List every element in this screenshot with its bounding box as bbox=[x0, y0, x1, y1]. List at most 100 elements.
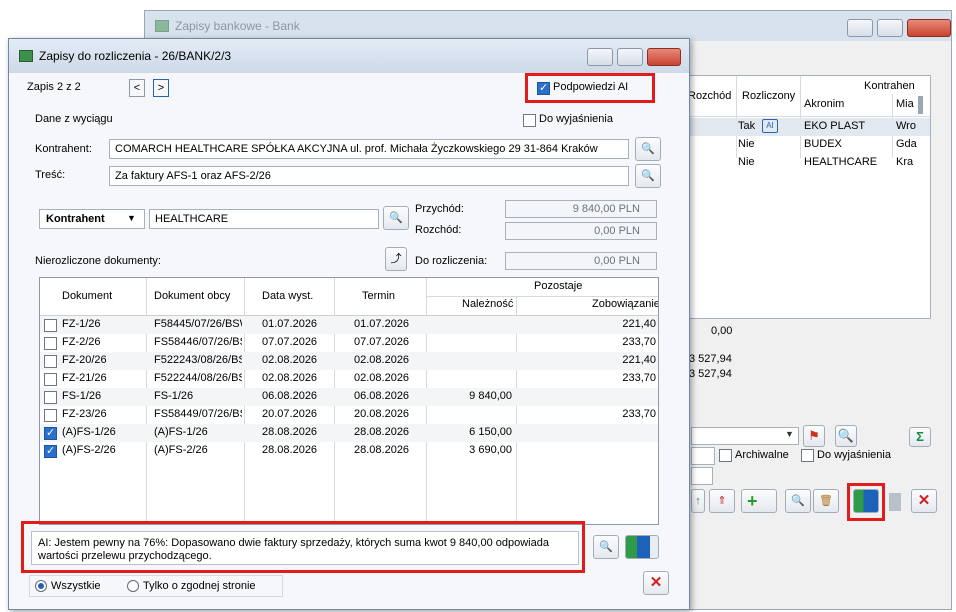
row-checkbox[interactable] bbox=[44, 319, 57, 332]
radio-matching-side[interactable] bbox=[127, 580, 139, 592]
do-wyjasnienia-label: Do wyjaśnienia bbox=[539, 113, 613, 125]
bank-window-title: Zapisy bankowe - Bank bbox=[175, 19, 300, 33]
close-icon[interactable]: ✕ bbox=[911, 489, 937, 513]
preview-icon[interactable]: 🔍 bbox=[593, 535, 619, 559]
ai-badge: AI bbox=[762, 119, 778, 133]
next-record-button[interactable]: > bbox=[153, 79, 169, 97]
row-checkbox[interactable] bbox=[44, 444, 57, 458]
ai-hints-checkbox[interactable] bbox=[537, 81, 550, 95]
col-dokument-obcy[interactable]: Dokument obcy bbox=[154, 290, 230, 302]
import-icon[interactable]: ⇑ bbox=[709, 489, 735, 513]
data-cell: 20.07.2026 bbox=[262, 408, 318, 420]
col-miasto-header[interactable]: Mia bbox=[896, 98, 914, 110]
col-naleznosc[interactable]: Należność bbox=[462, 298, 513, 310]
add-icon[interactable]: + bbox=[741, 489, 777, 513]
record-counter: Zapis 2 z 2 bbox=[27, 81, 81, 93]
termin-cell: 28.08.2026 bbox=[354, 444, 410, 456]
termin-cell: 07.07.2026 bbox=[354, 336, 410, 348]
maximize-button[interactable] bbox=[877, 19, 903, 37]
close-window-button[interactable] bbox=[907, 19, 951, 37]
sum-icon[interactable]: Σ bbox=[909, 427, 931, 447]
export-icon[interactable]: ↑ bbox=[691, 489, 705, 513]
kontrahent-field[interactable]: COMARCH HEALTHCARE SPÓŁKA AKCYJNA ul. pr… bbox=[109, 139, 629, 159]
prev-record-button[interactable]: < bbox=[129, 79, 145, 97]
zobowiazanie-cell: 233,70 bbox=[622, 372, 656, 384]
close-icon[interactable]: ✕ bbox=[643, 571, 669, 595]
search-icon[interactable]: 🔍 bbox=[383, 206, 409, 230]
table-row[interactable]: FZ-1/26 F58445/07/26/BSW 01.07.2026 01.0… bbox=[40, 316, 658, 334]
scrollbar[interactable] bbox=[918, 96, 923, 114]
table-row[interactable]: (A)FS-1/26 (A)FS-1/26 28.08.2026 28.08.2… bbox=[40, 424, 658, 442]
dokument-obcy-cell: F522243/08/26/BS bbox=[154, 354, 242, 366]
row-checkbox[interactable] bbox=[44, 337, 57, 350]
archiwalne-checkbox[interactable] bbox=[719, 449, 732, 462]
period-dropdown[interactable] bbox=[691, 447, 715, 465]
settle-ai-icon[interactable] bbox=[853, 489, 879, 513]
przychod-field[interactable]: 9 840,00 PLN bbox=[505, 200, 657, 218]
dokument-cell: FS-1/26 bbox=[62, 390, 102, 402]
bank-row[interactable]: Nie BUDEX Gda bbox=[686, 136, 930, 154]
table-row[interactable]: (A)FS-2/26 (A)FS-2/26 28.08.2026 28.08.2… bbox=[40, 442, 658, 460]
tresc-field[interactable]: Za faktury AFS-1 oraz AFS-2/26 bbox=[109, 166, 629, 186]
dokument-cell: (A)FS-1/26 bbox=[62, 426, 116, 438]
do-rozliczenia-label: Do rozliczenia: bbox=[415, 255, 488, 267]
data-cell: 01.07.2026 bbox=[262, 318, 318, 330]
do-rozliczenia-field[interactable]: 0,00 PLN bbox=[505, 252, 657, 270]
sum-value: 0,00 bbox=[711, 325, 733, 337]
table-body: FZ-1/26 F58445/07/26/BSW 01.07.2026 01.0… bbox=[40, 316, 658, 460]
tresc-label: Treść: bbox=[35, 169, 66, 181]
maximize-button[interactable] bbox=[617, 48, 643, 66]
do-wyjasnienia-checkbox[interactable] bbox=[523, 114, 536, 127]
col-akronim-header[interactable]: Akronim bbox=[804, 98, 844, 110]
bank-records-grid[interactable]: Rozchód Rozliczony Kontrahen Akronim Mia… bbox=[685, 75, 931, 319]
rozchod-label: Rozchód: bbox=[415, 224, 462, 236]
small-field[interactable] bbox=[691, 467, 713, 485]
contact-lookup-icon[interactable]: 🔍 bbox=[635, 137, 661, 161]
col-data[interactable]: Data wyst. bbox=[262, 290, 313, 302]
row-checkbox[interactable] bbox=[44, 373, 57, 386]
nierozliczone-label: Nierozliczone dokumenty: bbox=[35, 255, 161, 267]
akronim-value: EKO PLAST bbox=[804, 120, 866, 132]
table-row[interactable]: FZ-21/26 F522244/08/26/BS 02.08.2026 02.… bbox=[40, 370, 658, 388]
rozliczony-value: Tak bbox=[738, 120, 756, 132]
bank-row[interactable]: Nie HEALTHCARE Kra bbox=[686, 154, 930, 172]
col-rozliczony-header[interactable]: Rozliczony bbox=[742, 90, 795, 102]
clear-filter-icon[interactable]: ⚑ bbox=[803, 425, 825, 447]
minimize-button[interactable] bbox=[587, 48, 613, 66]
naleznosc-cell: 6 150,00 bbox=[469, 426, 512, 438]
filter-dropdown[interactable] bbox=[691, 427, 799, 445]
close-window-button[interactable] bbox=[647, 48, 681, 66]
contact-lookup-icon[interactable]: 🔍 bbox=[635, 164, 661, 188]
data-cell: 28.08.2026 bbox=[262, 444, 318, 456]
filter-settings-icon[interactable]: 🔍 bbox=[835, 425, 857, 447]
settlement-window: Zapisy do rozliczenia - 26/BANK/2/3 Zapi… bbox=[8, 38, 690, 610]
col-kontrahent-header[interactable]: Kontrahen bbox=[864, 80, 915, 92]
minimize-button[interactable] bbox=[847, 19, 873, 37]
bank-row[interactable]: Tak AI EKO PLAST Wro bbox=[686, 118, 930, 136]
row-checkbox[interactable] bbox=[44, 391, 57, 404]
kontrahent-search-field[interactable]: HEALTHCARE bbox=[149, 209, 379, 229]
termin-cell: 06.08.2026 bbox=[354, 390, 410, 402]
col-dokument[interactable]: Dokument bbox=[62, 290, 112, 302]
radio-all[interactable] bbox=[35, 580, 47, 592]
delete-icon[interactable]: 🗑 bbox=[813, 489, 839, 513]
search-icon[interactable]: 🔍 bbox=[785, 489, 811, 513]
settle-ai-icon[interactable] bbox=[625, 535, 659, 559]
dokument-cell: FZ-2/26 bbox=[62, 336, 101, 348]
col-termin[interactable]: Termin bbox=[362, 290, 395, 302]
table-row[interactable]: FS-1/26 FS-1/26 06.08.2026 06.08.2026 9 … bbox=[40, 388, 658, 406]
table-header: Dokument Dokument obcy Data wyst. Termin… bbox=[40, 278, 658, 316]
do-wyjasnienia-checkbox[interactable] bbox=[801, 449, 814, 462]
row-checkbox[interactable] bbox=[44, 355, 57, 368]
row-checkbox[interactable] bbox=[44, 409, 57, 422]
col-rozchod-header[interactable]: Rozchód bbox=[688, 90, 731, 102]
row-checkbox[interactable] bbox=[44, 426, 57, 440]
rozchod-field[interactable]: 0,00 PLN bbox=[505, 222, 657, 240]
col-zobowiazanie[interactable]: Zobowiązanie bbox=[592, 298, 658, 310]
table-row[interactable]: FZ-23/26 FS58449/07/26/BS 20.07.2026 20.… bbox=[40, 406, 658, 424]
refresh-icon[interactable]: ⤴ bbox=[385, 247, 407, 271]
documents-table[interactable]: Dokument Dokument obcy Data wyst. Termin… bbox=[39, 277, 659, 525]
table-row[interactable]: FZ-20/26 F522243/08/26/BS 02.08.2026 02.… bbox=[40, 352, 658, 370]
table-row[interactable]: FZ-2/26 FS58446/07/26/BS 07.07.2026 07.0… bbox=[40, 334, 658, 352]
dokument-obcy-cell: FS58446/07/26/BS bbox=[154, 336, 242, 348]
